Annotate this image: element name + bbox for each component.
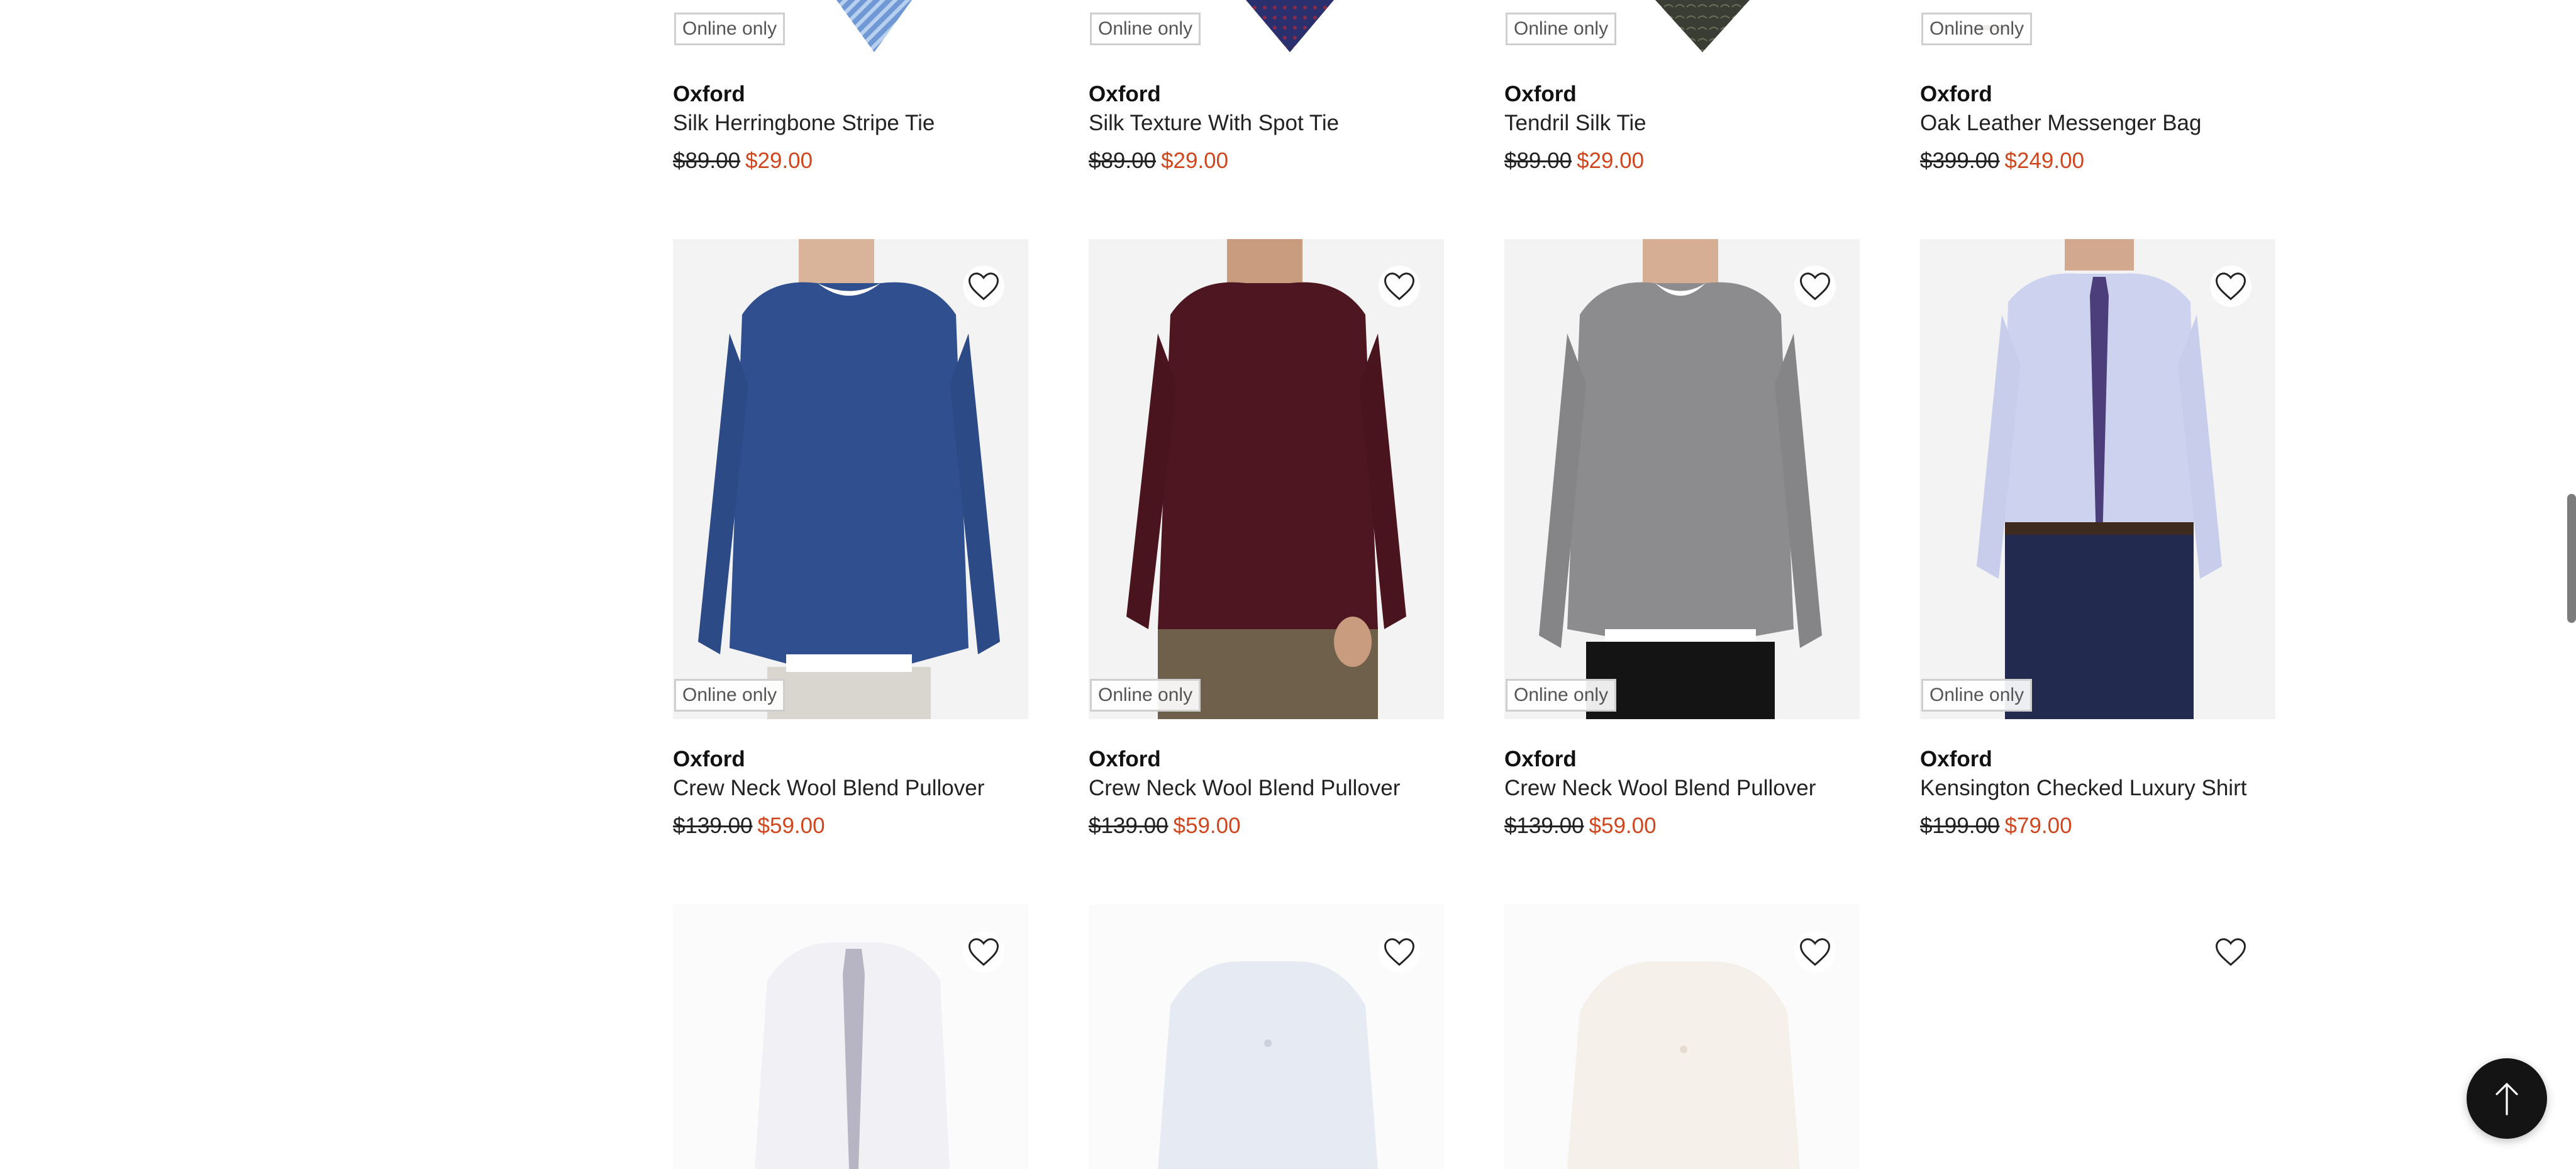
- product-brand: Oxford: [1089, 747, 1161, 771]
- original-price: $89.00: [673, 148, 741, 173]
- product-name-link[interactable]: Oak Leather Messenger Bag: [1920, 111, 2201, 136]
- original-price: $139.00: [673, 814, 753, 838]
- wishlist-heart-button[interactable]: [1794, 931, 1836, 973]
- online-only-badge: Online only: [674, 679, 786, 712]
- wishlist-heart-button[interactable]: [2210, 931, 2251, 973]
- heart-outline-icon: [969, 938, 999, 966]
- sale-price: $29.00: [1577, 148, 1645, 173]
- product-name-link[interactable]: Crew Neck Wool Blend Pullover: [1089, 776, 1400, 801]
- product-price: $399.00 $249.00: [1920, 148, 2084, 174]
- product-brand: Oxford: [1089, 82, 1161, 106]
- product-price: $139.00 $59.00: [1504, 814, 1657, 839]
- original-price: $399.00: [1920, 148, 2000, 173]
- product-price: $89.00 $29.00: [1504, 148, 1644, 174]
- product-name-link[interactable]: Crew Neck Wool Blend Pullover: [673, 776, 984, 801]
- product-price: $139.00 $59.00: [673, 814, 825, 839]
- sale-price: $249.00: [2004, 148, 2085, 173]
- wishlist-heart-button[interactable]: [1794, 266, 1836, 307]
- product-brand: Oxford: [1920, 747, 1992, 771]
- sale-price: $79.00: [2004, 814, 2072, 838]
- sale-price: $29.00: [745, 148, 813, 173]
- original-price: $89.00: [1504, 148, 1572, 173]
- product-brand: Oxford: [1504, 747, 1577, 771]
- product-brand: Oxford: [1504, 82, 1577, 106]
- online-only-badge: Online only: [1506, 679, 1617, 712]
- online-only-badge: Online only: [674, 13, 786, 45]
- heart-outline-icon: [2216, 272, 2246, 301]
- wishlist-heart-button[interactable]: [2210, 266, 2251, 307]
- wishlist-heart-button[interactable]: [1379, 931, 1420, 973]
- heart-outline-icon: [1800, 272, 1830, 301]
- wishlist-heart-button[interactable]: [963, 931, 1004, 973]
- product-price: $89.00 $29.00: [1089, 148, 1228, 174]
- product-image[interactable]: Online only: [673, 239, 1028, 719]
- product-brand: Oxford: [1920, 82, 1992, 106]
- wishlist-heart-button[interactable]: [963, 266, 1004, 307]
- product-price: $139.00 $59.00: [1089, 814, 1241, 839]
- original-price: $199.00: [1920, 814, 2000, 838]
- heart-outline-icon: [1384, 938, 1414, 966]
- product-image[interactable]: Online only: [1089, 239, 1444, 719]
- product-brand: Oxford: [673, 747, 745, 771]
- sale-price: $59.00: [1173, 814, 1241, 838]
- sale-price: $29.00: [1161, 148, 1229, 173]
- product-price: $89.00 $29.00: [673, 148, 813, 174]
- sale-price: $59.00: [1589, 814, 1657, 838]
- online-only-badge: Online only: [1090, 13, 1201, 45]
- product-name-link[interactable]: Silk Herringbone Stripe Tie: [673, 111, 935, 136]
- heart-outline-icon: [969, 272, 999, 301]
- product-image[interactable]: Online only: [1920, 239, 2275, 719]
- online-only-badge: Online only: [1921, 679, 2033, 712]
- back-to-top-button[interactable]: [2467, 1058, 2547, 1139]
- sale-price: $59.00: [757, 814, 825, 838]
- product-image[interactable]: Online only: [1504, 239, 1860, 719]
- online-only-badge: Online only: [1090, 679, 1201, 712]
- product-listing-page: Online only Oxford Silk Herringbone Stri…: [0, 0, 2576, 1169]
- original-price: $139.00: [1089, 814, 1169, 838]
- product-price: $199.00 $79.00: [1920, 814, 2072, 839]
- product-name-link[interactable]: Crew Neck Wool Blend Pullover: [1504, 776, 1816, 801]
- online-only-badge: Online only: [1921, 13, 2033, 45]
- product-name-link[interactable]: Silk Texture With Spot Tie: [1089, 111, 1339, 136]
- scrollbar-thumb[interactable]: [2567, 494, 2576, 623]
- original-price: $139.00: [1504, 814, 1584, 838]
- product-name-link[interactable]: Kensington Checked Luxury Shirt: [1920, 776, 2246, 801]
- wishlist-heart-button[interactable]: [1379, 266, 1420, 307]
- online-only-badge: Online only: [1506, 13, 1617, 45]
- original-price: $89.00: [1089, 148, 1157, 173]
- heart-outline-icon: [1384, 272, 1414, 301]
- heart-outline-icon: [1800, 938, 1830, 966]
- heart-outline-icon: [2216, 938, 2246, 966]
- product-brand: Oxford: [673, 82, 745, 106]
- product-name-link[interactable]: Tendril Silk Tie: [1504, 111, 1646, 136]
- arrow-up-icon: [2496, 1083, 2518, 1116]
